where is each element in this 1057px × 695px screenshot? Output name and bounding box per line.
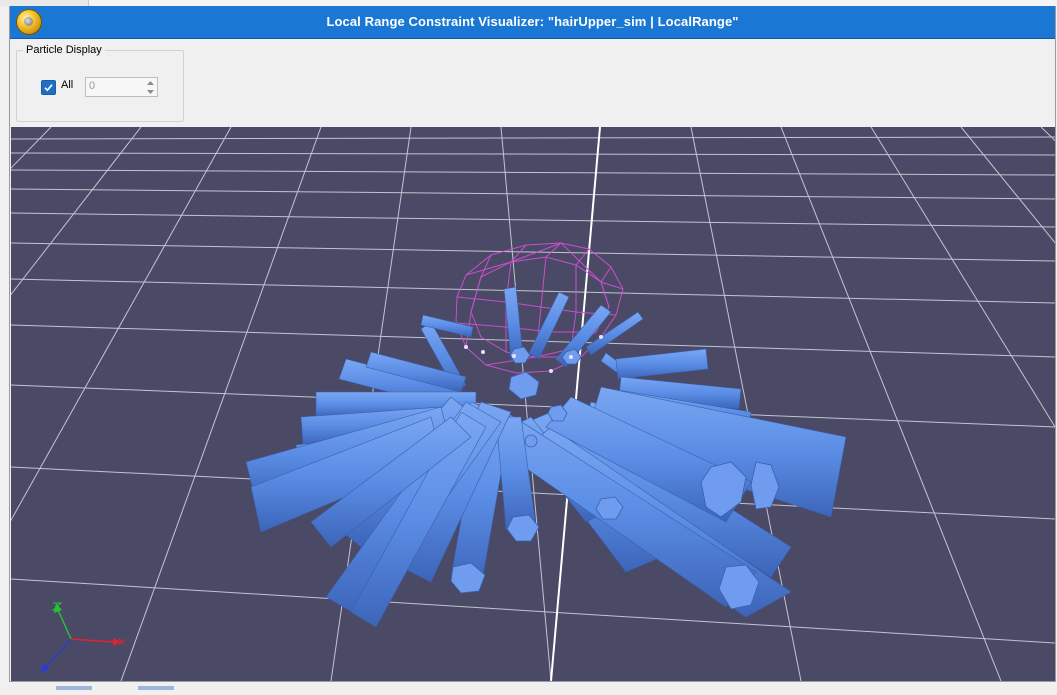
ground-grid [11, 127, 1055, 681]
constraint-cylinders [245, 286, 847, 628]
spin-up-button[interactable] [143, 78, 157, 87]
title-bar[interactable]: Local Range Constraint Visualizer: "hair… [10, 6, 1055, 39]
cylinder-cap [524, 434, 538, 448]
particle-display-group: Particle Display All 0 [16, 44, 184, 122]
3d-viewport[interactable] [11, 127, 1055, 681]
all-checkbox-label[interactable]: All [61, 79, 73, 91]
chevron-down-icon [146, 89, 154, 94]
cylinder [615, 348, 709, 380]
checkmark-icon [44, 84, 53, 92]
particle-display-label: Particle Display [23, 44, 105, 56]
particle-index-value[interactable]: 0 [89, 80, 95, 92]
visualizer-window: Local Range Constraint Visualizer: "hair… [9, 6, 1056, 690]
chevron-up-icon [146, 80, 154, 85]
scene-canvas[interactable] [11, 127, 1055, 681]
axis-gizmo [41, 602, 126, 673]
particle-index-spinbox[interactable]: 0 [85, 77, 158, 97]
window-title: Local Range Constraint Visualizer: "hair… [326, 14, 739, 29]
spin-down-button[interactable] [143, 87, 157, 96]
cylinder [528, 291, 570, 360]
cylinder-cap [508, 371, 540, 400]
all-checkbox[interactable] [41, 80, 56, 95]
tab-stubs [56, 686, 174, 690]
bottom-tab-strip [54, 677, 224, 690]
